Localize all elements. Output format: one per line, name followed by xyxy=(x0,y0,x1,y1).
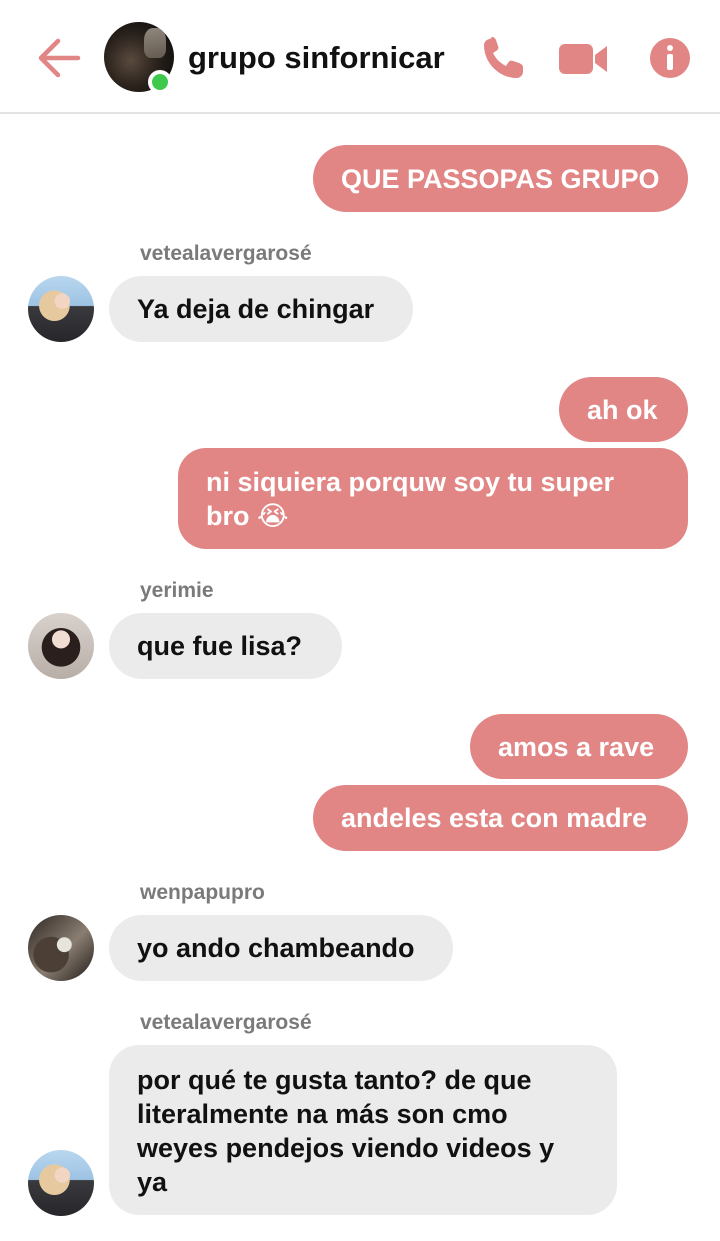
sender-name: yerimie xyxy=(140,579,214,602)
chat-header: grupo sinfornicar xyxy=(0,0,720,114)
phone-icon[interactable] xyxy=(480,36,528,82)
message-bubble[interactable]: que fue lisa? xyxy=(109,613,342,679)
online-status-indicator xyxy=(148,70,172,94)
message-bubble[interactable]: andeles esta con madre xyxy=(313,785,688,851)
avatar[interactable] xyxy=(28,613,94,679)
group-title[interactable]: grupo sinfornicar xyxy=(188,40,445,76)
sender-name: vetealavergarosé xyxy=(140,1011,312,1034)
avatar[interactable] xyxy=(28,276,94,342)
arrow-left-icon[interactable] xyxy=(36,36,82,80)
message-bubble[interactable]: QUE PASSOPAS GRUPO xyxy=(313,145,688,212)
sender-name: wenpapupro xyxy=(140,881,265,904)
message-bubble[interactable]: ah ok xyxy=(559,377,688,442)
video-camera-icon[interactable] xyxy=(557,36,609,82)
message-bubble[interactable]: Ya deja de chingar xyxy=(109,276,413,342)
message-bubble[interactable]: ni siquiera porquw soy tu super bro 😭 xyxy=(178,448,688,549)
avatar[interactable] xyxy=(28,1150,94,1216)
message-bubble[interactable]: por qué te gusta tanto? de que literalme… xyxy=(109,1045,617,1215)
message-bubble[interactable]: yo ando chambeando xyxy=(109,915,453,981)
message-bubble[interactable]: amos a rave xyxy=(470,714,688,779)
info-icon[interactable] xyxy=(648,36,692,80)
sender-name: vetealavergarosé xyxy=(140,242,312,265)
avatar[interactable] xyxy=(28,915,94,981)
